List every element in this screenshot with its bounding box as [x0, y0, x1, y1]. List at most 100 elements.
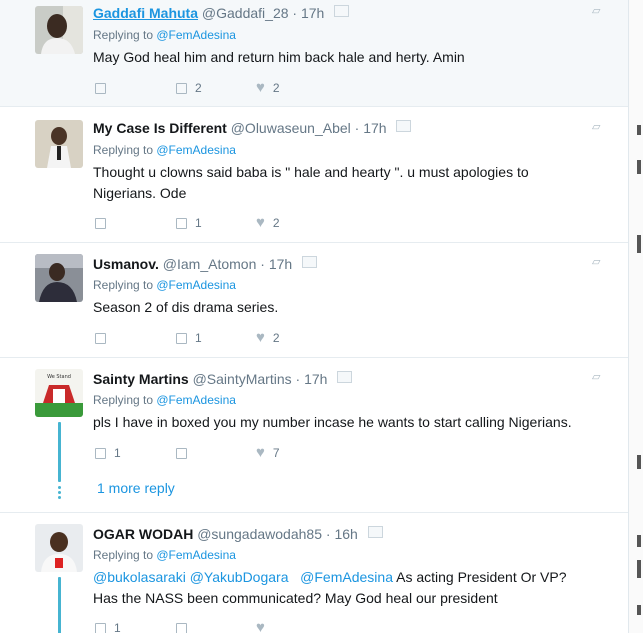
replying-to: Replying to @FemAdesina	[93, 393, 236, 407]
tweet-text: pls I have in boxed you my number incase…	[93, 414, 572, 430]
author-handle[interactable]: @Gaddafi_28	[202, 5, 289, 21]
author-handle[interactable]: @SaintyMartins	[193, 371, 292, 387]
reply-icon	[95, 332, 106, 344]
like-count: 2	[272, 81, 280, 95]
verified-icon	[367, 526, 383, 538]
tweet-header: Usmanov. @Iam_Atomon · 17h	[93, 256, 318, 272]
reply-button[interactable]: 1	[95, 445, 121, 461]
timestamp[interactable]: 17h	[301, 5, 324, 21]
reply-count: 1	[114, 446, 121, 460]
caret-down-icon[interactable]: ▱	[592, 255, 600, 268]
timestamp[interactable]: 17h	[363, 120, 386, 136]
retweet-button[interactable]	[176, 620, 195, 633]
retweet-button[interactable]: 1	[176, 215, 202, 231]
svg-text:We Stand: We Stand	[47, 374, 71, 380]
mention-link[interactable]: @FemAdesina	[156, 143, 236, 157]
avatar[interactable]: We Stand	[35, 369, 83, 417]
verified-icon	[334, 5, 350, 17]
like-button[interactable]: ♥ 2	[256, 80, 280, 96]
reply-button[interactable]	[95, 80, 114, 96]
author-name[interactable]: Gaddafi Mahuta	[93, 5, 198, 21]
mention-link[interactable]: @bukolasaraki	[93, 569, 186, 585]
author-name[interactable]: OGAR WODAH	[93, 526, 193, 542]
reply-button[interactable]: 1	[95, 620, 121, 633]
tweet-text-line: @bukolasaraki @YakubDogara @FemAdesina A…	[93, 567, 613, 588]
author-handle[interactable]: @Iam_Atomon	[163, 256, 257, 272]
tweet-header: Gaddafi Mahuta @Gaddafi_28 · 17h	[93, 5, 350, 21]
avatar[interactable]	[35, 6, 83, 54]
verified-icon	[302, 256, 318, 268]
mention-link[interactable]: @FemAdesina	[156, 278, 236, 292]
like-button[interactable]: ♥	[256, 620, 273, 633]
retweet-icon	[176, 217, 187, 229]
caret-down-icon[interactable]: ▱	[592, 120, 600, 133]
tweet[interactable]: OGAR WODAH @sungadawodah85 · 16h Replyin…	[0, 513, 628, 633]
avatar[interactable]	[35, 120, 83, 168]
mention-link[interactable]: @YakubDogara	[190, 569, 289, 585]
tweet-header: OGAR WODAH @sungadawodah85 · 16h	[93, 526, 383, 542]
retweet-button[interactable]	[176, 445, 195, 461]
retweet-icon	[176, 332, 187, 344]
reply-icon	[95, 217, 106, 229]
like-button[interactable]: ♥ 2	[256, 330, 280, 346]
caret-down-icon[interactable]: ▱	[592, 370, 600, 383]
timestamp[interactable]: 16h	[334, 526, 357, 542]
replying-prefix: Replying to	[93, 28, 157, 42]
reply-button[interactable]	[95, 330, 114, 346]
tweet-text: Thought u clowns said baba is " hale and…	[93, 162, 593, 204]
replying-to: Replying to @FemAdesina	[93, 278, 236, 292]
heart-icon: ♥	[256, 444, 265, 461]
verified-icon	[337, 371, 353, 383]
mention-link[interactable]: @FemAdesina	[300, 569, 393, 585]
mention-link[interactable]: @FemAdesina	[156, 548, 236, 562]
retweet-button[interactable]: 2	[176, 80, 202, 96]
retweet-count: 1	[195, 331, 202, 345]
reply-timeline: Gaddafi Mahuta @Gaddafi_28 · 17h ▱ Reply…	[0, 0, 629, 633]
retweet-icon	[176, 447, 187, 459]
reply-icon	[95, 82, 106, 94]
separator-dot: ·	[292, 5, 298, 21]
separator-dot: ·	[354, 120, 360, 136]
like-button[interactable]: ♥ 2	[256, 215, 280, 231]
avatar[interactable]	[35, 254, 83, 302]
tweet[interactable]: Usmanov. @Iam_Atomon · 17h ▱ Replying to…	[0, 243, 628, 358]
caret-down-icon[interactable]: ▱	[592, 4, 600, 17]
replying-to: Replying to @FemAdesina	[93, 143, 236, 157]
like-count: 7	[272, 446, 280, 460]
tweet-text: May God heal him and return him back hal…	[93, 49, 465, 65]
separator-dot: ·	[260, 256, 265, 272]
heart-icon: ♥	[256, 619, 265, 633]
mention-link[interactable]: @FemAdesina	[156, 393, 236, 407]
tweet[interactable]: Gaddafi Mahuta @Gaddafi_28 · 17h ▱ Reply…	[0, 0, 628, 107]
like-count: 2	[272, 216, 280, 230]
reply-count: 1	[114, 621, 121, 633]
tweet-header: My Case Is Different @Oluwaseun_Abel · 1…	[93, 120, 412, 136]
tweet[interactable]: My Case Is Different @Oluwaseun_Abel · 1…	[0, 107, 628, 243]
mention-link[interactable]: @FemAdesina	[156, 28, 236, 42]
separator-dot: ·	[295, 371, 301, 387]
author-handle[interactable]: @sungadawodah85	[197, 526, 322, 542]
replying-prefix: Replying to	[93, 548, 157, 562]
author-handle[interactable]: @Oluwaseun_Abel	[231, 120, 351, 136]
more-replies-link[interactable]: 1 more reply	[97, 480, 175, 496]
author-name[interactable]: Usmanov.	[93, 256, 159, 272]
heart-icon: ♥	[256, 214, 265, 231]
tweet-text-line: Thought u clowns said baba is " hale and…	[93, 164, 529, 180]
tweet[interactable]: We Stand Sainty Martins @SaintyMartins ·…	[0, 358, 628, 513]
like-button[interactable]: ♥ 7	[256, 445, 280, 461]
author-name[interactable]: My Case Is Different	[93, 120, 227, 136]
tweet-text-line: Nigerians. Ode	[93, 185, 187, 201]
reply-icon	[95, 447, 106, 459]
timestamp[interactable]: 17h	[269, 256, 292, 272]
retweet-button[interactable]: 1	[176, 330, 202, 346]
avatar[interactable]	[35, 524, 83, 572]
retweet-count: 1	[195, 216, 202, 230]
author-name[interactable]: Sainty Martins	[93, 371, 189, 387]
thread-dots	[58, 486, 61, 501]
heart-icon: ♥	[256, 79, 265, 96]
replying-prefix: Replying to	[93, 278, 157, 292]
retweet-icon	[176, 82, 187, 94]
timestamp[interactable]: 17h	[304, 371, 327, 387]
scrollbar[interactable]	[629, 0, 643, 633]
reply-button[interactable]	[95, 215, 114, 231]
